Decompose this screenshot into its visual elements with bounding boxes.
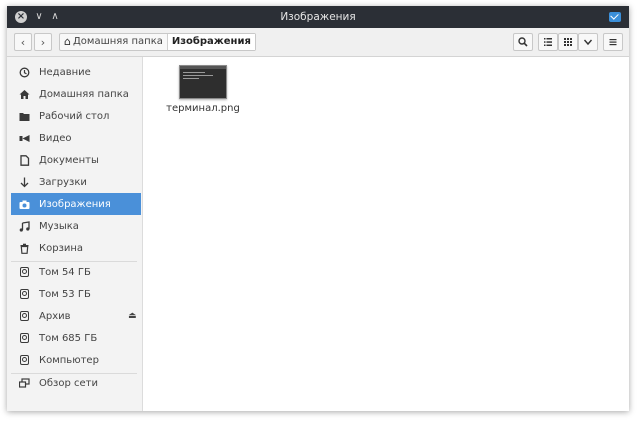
sidebar-item-label: Обзор сети (39, 377, 98, 389)
list-view-button[interactable] (538, 33, 558, 51)
sidebar-item-label: Том 54 ГБ (39, 266, 91, 278)
sidebar-item-label: Видео (39, 132, 72, 144)
window-title: Изображения (280, 11, 356, 23)
search-icon (518, 37, 528, 47)
image-thumbnail-icon (179, 65, 227, 99)
sidebar-item-videos[interactable]: Видео (11, 127, 141, 149)
music-icon (18, 220, 30, 232)
sidebar-item-pictures[interactable]: Изображения (11, 193, 141, 215)
chevron-down-icon (583, 39, 593, 46)
sidebar-item-desktop[interactable]: Рабочий стол (11, 105, 141, 127)
sidebar-item-music[interactable]: Музыка (11, 215, 141, 237)
list-view-icon (544, 38, 552, 46)
sidebar-item-volume-53[interactable]: Том 53 ГБ (11, 283, 141, 305)
hamburger-menu-icon (609, 39, 617, 46)
grid-view-button[interactable] (558, 33, 578, 51)
clock-icon (18, 66, 30, 78)
breadcrumb-label: Изображения (171, 36, 251, 47)
sidebar-item-documents[interactable]: Документы (11, 149, 141, 171)
sidebar-item-label: Корзина (39, 242, 84, 254)
disk-icon (18, 310, 30, 322)
breadcrumb-current[interactable]: Изображения (167, 34, 255, 50)
sidebar-item-network[interactable]: Обзор сети (11, 372, 141, 394)
back-button[interactable]: ‹ (14, 33, 32, 51)
sidebar-item-volume-685[interactable]: Том 685 ГБ (11, 327, 141, 349)
folder-icon (18, 110, 30, 122)
sidebar-item-downloads[interactable]: Загрузки (11, 171, 141, 193)
sidebar-item-label: Компьютер (39, 354, 99, 366)
sidebar-item-computer[interactable]: Компьютер (11, 349, 141, 371)
sidebar-item-recent[interactable]: Недавние (11, 61, 141, 83)
download-icon (18, 176, 30, 188)
title-bar[interactable]: × ∨ ∧ Изображения (7, 6, 629, 28)
sidebar-item-label: Загрузки (39, 176, 87, 188)
file-manager-window: × ∨ ∧ Изображения ‹ › ⌂ Домашняя папка И… (7, 6, 629, 411)
home-icon: ⌂ (64, 35, 71, 48)
video-icon (18, 132, 30, 144)
trash-icon (18, 242, 30, 254)
network-icon (18, 377, 30, 389)
sidebar-item-label: Документы (39, 154, 99, 166)
search-button[interactable] (513, 33, 533, 51)
sidebar-item-label: Том 685 ГБ (39, 332, 98, 344)
breadcrumb-label: Домашняя папка (72, 36, 163, 47)
computer-icon (18, 354, 30, 366)
file-item[interactable]: терминал.png (163, 65, 243, 114)
sidebar-item-label: Том 53 ГБ (39, 288, 91, 300)
sidebar-item-trash[interactable]: Корзина (11, 237, 141, 259)
mail-icon[interactable] (609, 12, 621, 22)
disk-icon (18, 288, 30, 300)
grid-view-icon (564, 38, 572, 46)
sidebar: Недавние Домашняя папка Рабочий стол Вид… (7, 57, 143, 411)
toolbar: ‹ › ⌂ Домашняя папка Изображения (7, 28, 629, 57)
breadcrumb-home[interactable]: ⌂ Домашняя папка (60, 34, 168, 50)
disk-icon (18, 266, 30, 278)
sidebar-item-home[interactable]: Домашняя папка (11, 83, 141, 105)
menu-button[interactable] (603, 33, 623, 51)
disk-icon (18, 332, 30, 344)
sidebar-item-label: Изображения (39, 198, 111, 210)
sidebar-item-archive[interactable]: Архив ⏏ (11, 305, 141, 327)
file-name: терминал.png (166, 103, 240, 114)
file-view[interactable]: терминал.png (143, 57, 629, 411)
forward-button[interactable]: › (34, 33, 52, 51)
sidebar-item-label: Архив (39, 310, 71, 322)
eject-icon[interactable]: ⏏ (128, 311, 137, 321)
sidebar-item-label: Домашняя папка (39, 88, 129, 100)
view-options-button[interactable] (578, 33, 598, 51)
home-icon (18, 88, 30, 100)
sidebar-item-volume-54[interactable]: Том 54 ГБ (11, 261, 141, 283)
sidebar-item-label: Недавние (39, 66, 91, 78)
sidebar-item-label: Рабочий стол (39, 110, 110, 122)
breadcrumb: ⌂ Домашняя папка Изображения (59, 33, 256, 51)
camera-icon (18, 198, 30, 210)
sidebar-item-label: Музыка (39, 220, 79, 232)
document-icon (18, 154, 30, 166)
